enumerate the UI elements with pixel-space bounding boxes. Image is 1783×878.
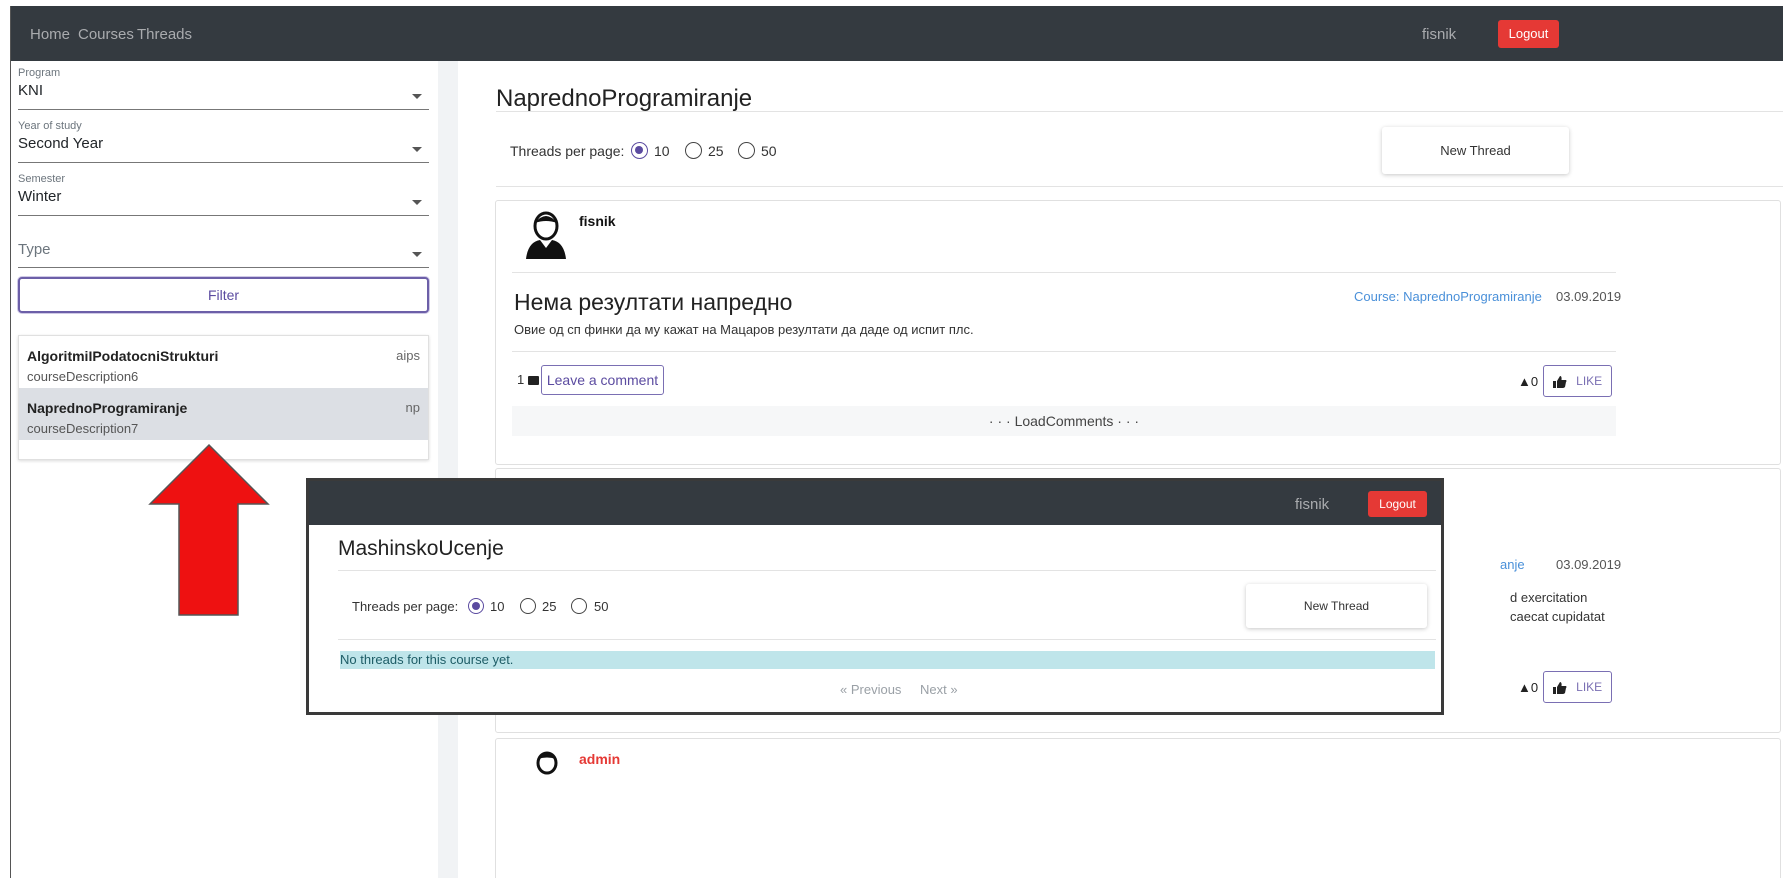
chevron-down-icon — [412, 252, 422, 257]
course-item-aips[interactable]: AlgoritmiIPodatocniStrukturi courseDescr… — [19, 336, 428, 395]
thumbs-up-icon — [1552, 375, 1567, 388]
thread-body-line: d exercitation — [1510, 590, 1588, 605]
semester-select[interactable]: Semester Winter — [18, 173, 429, 216]
thread-course-link[interactable]: Course: NaprednoProgramiranje — [1354, 289, 1542, 304]
main-content: NaprednoProgramiranje Threads per page: … — [458, 61, 1783, 878]
program-label: Program — [18, 67, 61, 79]
overlay-threads-per-page-label: Threads per page: — [352, 599, 459, 614]
app-window: Home Courses Threads fisnik Logout Progr… — [10, 6, 1783, 878]
load-comments-button[interactable]: · · · LoadComments · · · — [512, 406, 1616, 436]
overlay-user-name[interactable]: fisnik — [1295, 496, 1329, 513]
top-navbar: Home Courses Threads fisnik Logout — [11, 6, 1783, 61]
program-select[interactable]: Program KNI — [18, 67, 429, 110]
red-arrow-annotation — [148, 443, 270, 616]
thread-card: admin — [495, 738, 1781, 878]
divider — [338, 570, 1436, 571]
course-name: AlgoritmiIPodatocniStrukturi — [27, 348, 219, 364]
chevron-down-icon — [412, 94, 422, 99]
divider — [512, 272, 1616, 273]
new-thread-button[interactable]: New Thread — [1382, 127, 1569, 174]
year-value: Second Year — [18, 135, 104, 152]
page-size-label-10: 10 — [654, 143, 670, 159]
divider — [338, 639, 1436, 640]
next-page-link[interactable]: Next » — [920, 682, 958, 697]
divider — [496, 111, 1783, 112]
type-placeholder: Type — [18, 241, 51, 258]
semester-label: Semester — [18, 173, 66, 185]
course-code: aips — [396, 348, 420, 363]
thread-card: fisnik Нема резултати напредно Course: N… — [495, 200, 1781, 465]
page-title: NaprednoProgramiranje — [496, 85, 753, 112]
year-select[interactable]: Year of study Second Year — [18, 120, 429, 163]
page-size-radio-50[interactable] — [738, 142, 755, 159]
sidebar-divider — [438, 61, 458, 878]
divider — [496, 186, 1783, 187]
semester-value: Winter — [18, 188, 62, 205]
overlay-new-thread-button[interactable]: New Thread — [1246, 584, 1427, 628]
divider — [512, 351, 1616, 352]
thread-author[interactable]: admin — [579, 751, 620, 767]
thread-body: Овие од сп финки да му кажат на Мацаров … — [514, 322, 974, 337]
overlay-page-size-radio-25[interactable] — [520, 598, 536, 614]
vote-count: ▲0 — [1518, 680, 1539, 695]
thread-date: 03.09.2019 — [1556, 557, 1622, 572]
thread-body-line: caecat cupidatat — [1510, 609, 1605, 624]
no-threads-alert: No threads for this course yet. — [340, 651, 1435, 669]
like-label: LIKE — [1576, 374, 1603, 388]
type-select[interactable]: Type — [18, 241, 429, 268]
nav-link-home[interactable]: Home — [30, 26, 70, 43]
overlay-page-size-radio-10[interactable] — [468, 598, 484, 614]
comment-count: 1 — [517, 372, 539, 387]
page-size-radio-10[interactable] — [631, 142, 648, 159]
thread-date: 03.09.2019 — [1556, 289, 1622, 304]
course-description: courseDescription6 — [27, 369, 139, 384]
chevron-down-icon — [412, 147, 422, 152]
thumbs-up-icon — [1552, 681, 1567, 694]
chevron-down-icon — [412, 200, 422, 205]
user-avatar-icon — [526, 211, 566, 259]
thread-course-link[interactable]: anje — [1500, 557, 1525, 572]
thread-author[interactable]: fisnik — [579, 213, 616, 229]
page-size-radio-25[interactable] — [685, 142, 702, 159]
page-size-label-25: 25 — [708, 143, 724, 159]
course-item-np[interactable]: NaprednoProgramiranje courseDescription7… — [19, 388, 428, 440]
overlay-page-size-radio-50[interactable] — [571, 598, 587, 614]
current-user-name[interactable]: fisnik — [1422, 26, 1456, 43]
overlay-logout-button[interactable]: Logout — [1368, 491, 1427, 517]
user-avatar-icon — [536, 751, 558, 775]
like-label: LIKE — [1576, 680, 1603, 694]
logout-button[interactable]: Logout — [1498, 20, 1559, 48]
previous-page-link[interactable]: « Previous — [840, 682, 901, 697]
overlay-page-title: MashinskoUcenje — [338, 537, 504, 560]
year-label: Year of study — [18, 120, 82, 132]
overlay-page-size-label-25: 25 — [542, 599, 557, 614]
leave-comment-button[interactable]: Leave a comment — [541, 365, 664, 395]
course-description: courseDescription7 — [27, 421, 139, 436]
filter-button[interactable]: Filter — [18, 277, 429, 313]
comment-icon — [527, 376, 539, 386]
page-size-label-50: 50 — [761, 143, 777, 159]
like-button[interactable]: LIKE — [1543, 671, 1612, 703]
overlay-screenshot: fisnik Logout MashinskoUcenje Threads pe… — [306, 478, 1444, 715]
nav-link-courses[interactable]: Courses — [78, 26, 134, 43]
nav-link-threads[interactable]: Threads — [137, 26, 192, 43]
overlay-page-size-label-10: 10 — [490, 599, 505, 614]
program-value: KNI — [18, 82, 44, 99]
course-name: NaprednoProgramiranje — [27, 400, 188, 416]
overlay-page-size-label-50: 50 — [594, 599, 609, 614]
thread-title[interactable]: Нема резултати напредно — [514, 289, 792, 316]
vote-count: ▲0 — [1518, 374, 1539, 389]
course-list: AlgoritmiIPodatocniStrukturi courseDescr… — [18, 335, 429, 460]
threads-per-page-label: Threads per page: — [510, 143, 625, 159]
like-button[interactable]: LIKE — [1543, 365, 1612, 397]
comment-count-value: 1 — [517, 372, 525, 387]
course-code: np — [405, 400, 420, 415]
overlay-navbar: fisnik Logout — [309, 481, 1441, 525]
